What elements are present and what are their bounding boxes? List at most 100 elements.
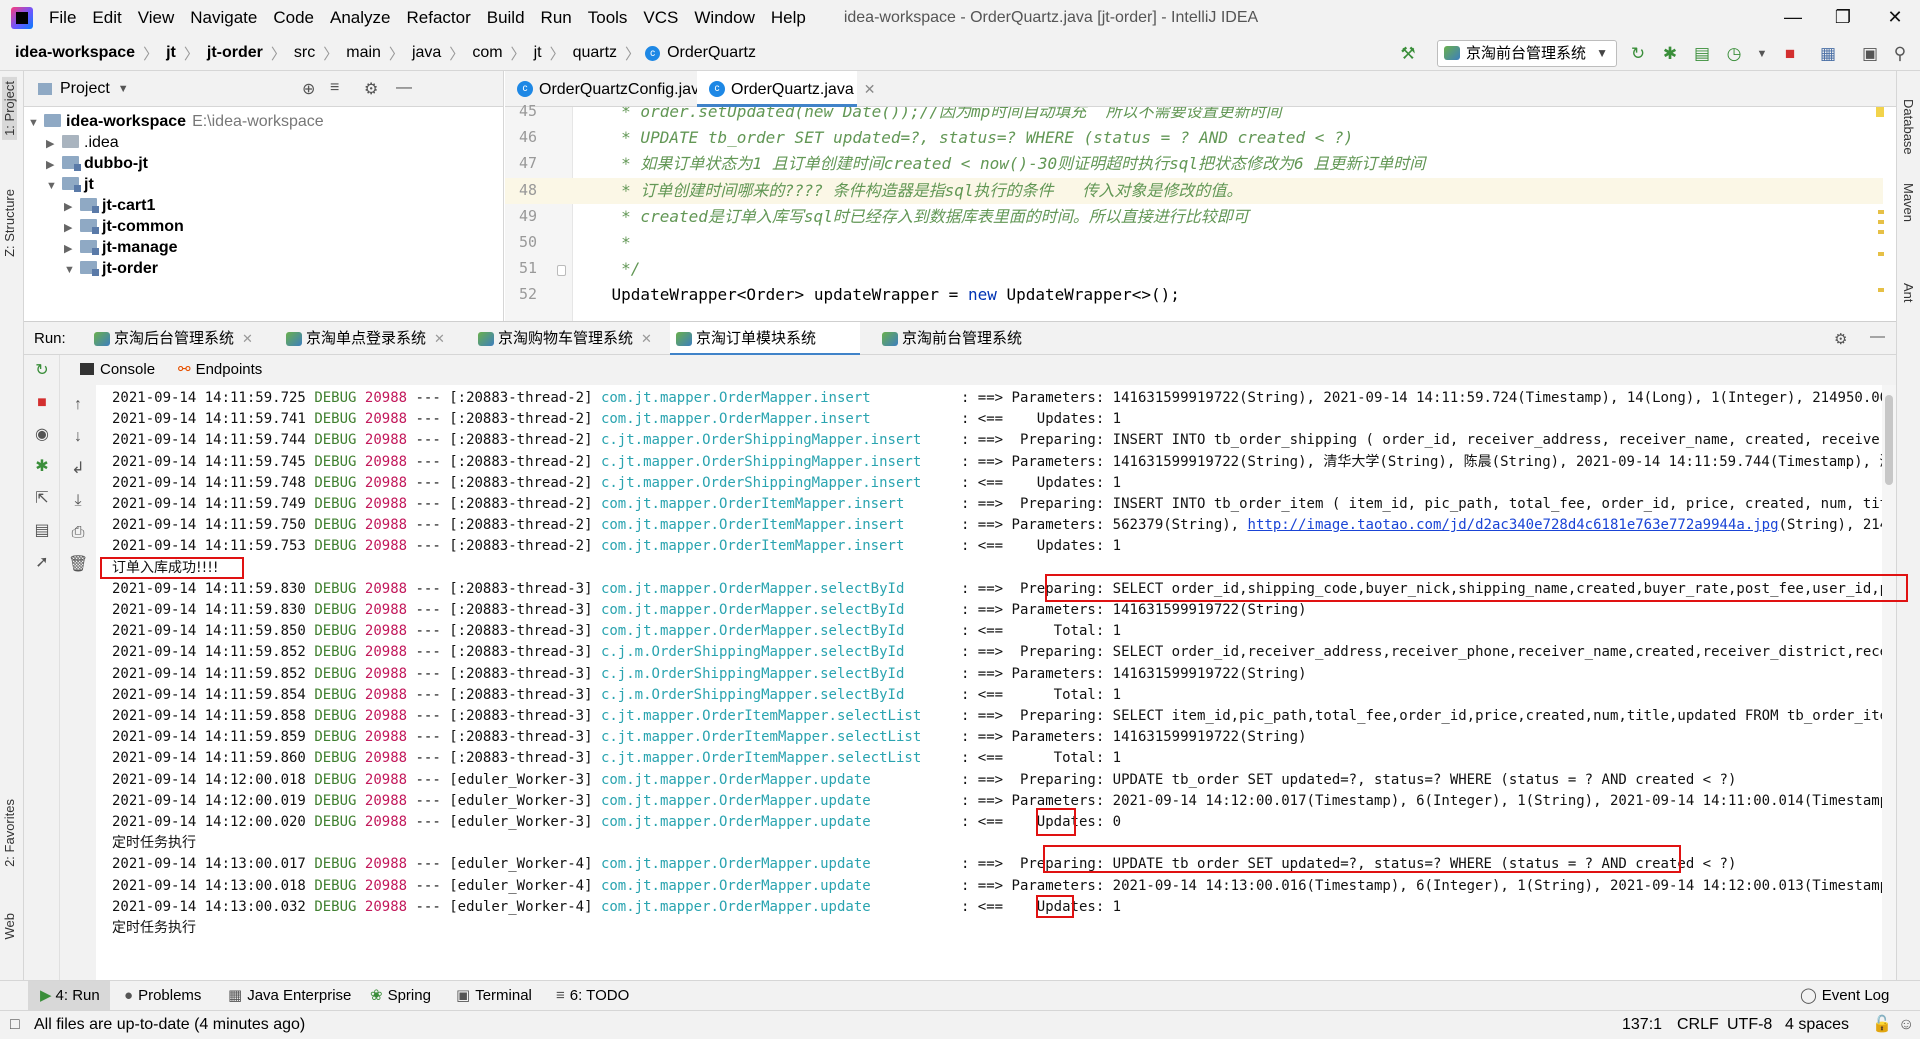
code-editor[interactable]: * order.setUpdated(new Date());//因为mp时间自… — [573, 107, 1896, 321]
tab-terminal[interactable]: ▣ Terminal — [456, 981, 532, 1011]
breadcrumb-item[interactable]: jt-order — [204, 44, 266, 62]
camera-icon[interactable]: ◉ — [32, 425, 52, 445]
tab-java-enterprise[interactable]: ▦ Java Enterprise — [228, 981, 351, 1011]
print-icon[interactable]: ⎙ — [68, 523, 88, 543]
pin-icon[interactable]: ➚ — [32, 553, 52, 573]
expanded-arrow-icon[interactable]: ▼ — [28, 111, 40, 136]
soft-wrap-icon[interactable]: ↲ — [68, 459, 88, 479]
line-separator[interactable]: CRLF — [1677, 1011, 1719, 1039]
tab-project[interactable]: 1: Project — [2, 77, 17, 140]
tree-item[interactable]: ▼ jt-order — [64, 256, 158, 281]
tab-problems[interactable]: ● Problems — [124, 981, 201, 1011]
gear-icon[interactable]: ⚙ — [1834, 330, 1847, 348]
menu-code[interactable]: Code — [265, 0, 322, 36]
breadcrumb-item[interactable]: jt — [531, 44, 545, 62]
rerun-icon[interactable]: ↻ — [1628, 44, 1648, 64]
gear-icon[interactable]: ⚙ — [364, 79, 378, 99]
maximize-icon[interactable]: ❐ — [1818, 0, 1868, 36]
run-tab[interactable]: 京淘单点登录系统 ✕ — [280, 322, 452, 356]
tab-web[interactable]: Web — [2, 913, 17, 940]
exit-icon[interactable]: ⇱ — [32, 489, 52, 509]
tab-orderquartz[interactable]: c OrderQuartz.java ✕ — [697, 71, 875, 107]
run-tab[interactable]: 京淘后台管理系统 ✕ — [88, 322, 258, 356]
search-icon[interactable]: ⚲ — [1890, 44, 1910, 64]
scrollbar-thumb[interactable] — [1885, 395, 1893, 485]
run-config-select[interactable]: 京淘前台管理系统 ▼ — [1437, 40, 1617, 67]
close-icon[interactable]: ✕ — [1870, 0, 1920, 36]
menu-help[interactable]: Help — [763, 0, 814, 36]
event-log[interactable]: ◯ Event Log — [1800, 981, 1889, 1011]
caret-position[interactable]: 137:1 — [1622, 1011, 1662, 1039]
run-tab[interactable]: 京淘前台管理系统✕ — [876, 322, 1036, 380]
breadcrumb-item[interactable]: com — [469, 44, 505, 62]
menu-vcs[interactable]: VCS — [635, 0, 686, 36]
menu-file[interactable]: File — [41, 0, 84, 36]
project-title[interactable]: Project — [60, 80, 110, 98]
collapse-all-icon[interactable]: ≡ — [330, 79, 339, 97]
tab-favorites[interactable]: 2: Favorites — [2, 799, 17, 867]
stop-icon[interactable]: ■ — [1780, 44, 1800, 64]
build-hammer-icon[interactable]: ⚒ — [1398, 44, 1418, 64]
menu-tools[interactable]: Tools — [580, 0, 636, 36]
tab-todo[interactable]: ≡ 6: TODO — [556, 981, 629, 1011]
minimize-icon[interactable]: — — [1768, 0, 1818, 36]
trash-icon[interactable]: 🗑 — [68, 555, 88, 575]
tab-run[interactable]: ▶ 4: Run — [28, 981, 110, 1011]
breadcrumb-item[interactable]: src — [291, 44, 318, 62]
menu-view[interactable]: View — [130, 0, 183, 36]
menu-build[interactable]: Build — [479, 0, 533, 36]
hide-icon[interactable]: — — [1870, 328, 1885, 345]
fold-marker-icon[interactable] — [557, 265, 566, 276]
close-tab-icon[interactable]: ✕ — [434, 331, 445, 346]
breadcrumb-item[interactable]: main — [343, 44, 384, 62]
locate-icon[interactable]: ⊕ — [302, 79, 315, 99]
tab-structure[interactable]: Z: Structure — [2, 189, 17, 257]
log-link[interactable]: http://image.taotao.com/jd/d2ac340e728d4… — [1248, 517, 1779, 533]
rerun-icon[interactable]: ↻ — [32, 361, 52, 381]
console-output[interactable]: 2021-09-14 14:11:59.725 DEBUG 20988 --- … — [96, 385, 1882, 980]
breadcrumb-item[interactable]: java — [409, 44, 444, 62]
breadcrumb-item[interactable]: idea-workspace — [12, 44, 138, 62]
menu-run[interactable]: Run — [533, 0, 580, 36]
layout-icon[interactable]: ▤ — [32, 521, 52, 541]
chevron-down-icon[interactable]: ▼ — [118, 83, 129, 95]
tab-ant[interactable]: Ant — [1901, 283, 1916, 303]
run-tab[interactable]: 京淘订单模块系统 — [670, 322, 860, 356]
tab-database[interactable]: Database — [1901, 99, 1916, 155]
layout-icon[interactable]: ▣ — [1860, 44, 1880, 64]
expanded-arrow-icon[interactable]: ▼ — [64, 258, 76, 283]
close-tab-icon[interactable]: ✕ — [242, 331, 253, 346]
menu-window[interactable]: Window — [686, 0, 762, 36]
tab-spring[interactable]: ❀ Spring — [370, 981, 431, 1011]
console-scrollbar[interactable] — [1882, 385, 1896, 980]
arrow-up-icon[interactable]: ↑ — [68, 395, 88, 415]
menu-edit[interactable]: Edit — [84, 0, 129, 36]
face-icon[interactable]: ☺ — [1898, 1011, 1914, 1039]
breadcrumb-item[interactable]: jt — [163, 44, 179, 62]
coverage-icon[interactable]: ▤ — [1692, 44, 1712, 64]
indent-setting[interactable]: 4 spaces — [1785, 1011, 1849, 1039]
debug-bug-icon[interactable]: ✱ — [1660, 44, 1680, 64]
expanded-arrow-icon[interactable]: ▼ — [46, 174, 58, 199]
menu-refactor[interactable]: Refactor — [398, 0, 478, 36]
menu-analyze[interactable]: Analyze — [322, 0, 398, 36]
lock-icon[interactable]: 🔓 — [1872, 1011, 1892, 1039]
tab-endpoints[interactable]: ⚯ Endpoints — [178, 355, 262, 385]
stop-icon[interactable]: ■ — [32, 393, 52, 413]
debug-bug-icon[interactable]: ✱ — [32, 457, 52, 477]
profile-icon[interactable]: ◷ — [1724, 44, 1744, 64]
project-structure-icon[interactable]: ▦ — [1818, 44, 1838, 64]
arrow-down-icon[interactable]: ↓ — [68, 427, 88, 447]
close-tab-icon[interactable]: ✕ — [641, 331, 652, 346]
tab-console[interactable]: Console — [80, 355, 155, 385]
file-encoding[interactable]: UTF-8 — [1727, 1011, 1772, 1039]
hide-icon[interactable]: — — [396, 79, 412, 97]
more-run-chevron-icon[interactable]: ▼ — [1752, 44, 1772, 64]
run-tab[interactable]: 京淘购物车管理系统 ✕ — [472, 322, 662, 356]
menu-navigate[interactable]: Navigate — [182, 0, 265, 36]
breadcrumb-item[interactable]: quartz — [570, 44, 620, 62]
scroll-to-end-icon[interactable]: ⤓ — [68, 491, 88, 511]
breadcrumb-item[interactable]: OrderQuartz — [664, 44, 759, 62]
close-tab-icon[interactable]: ✕ — [864, 81, 876, 97]
tab-maven[interactable]: Maven — [1901, 183, 1916, 222]
